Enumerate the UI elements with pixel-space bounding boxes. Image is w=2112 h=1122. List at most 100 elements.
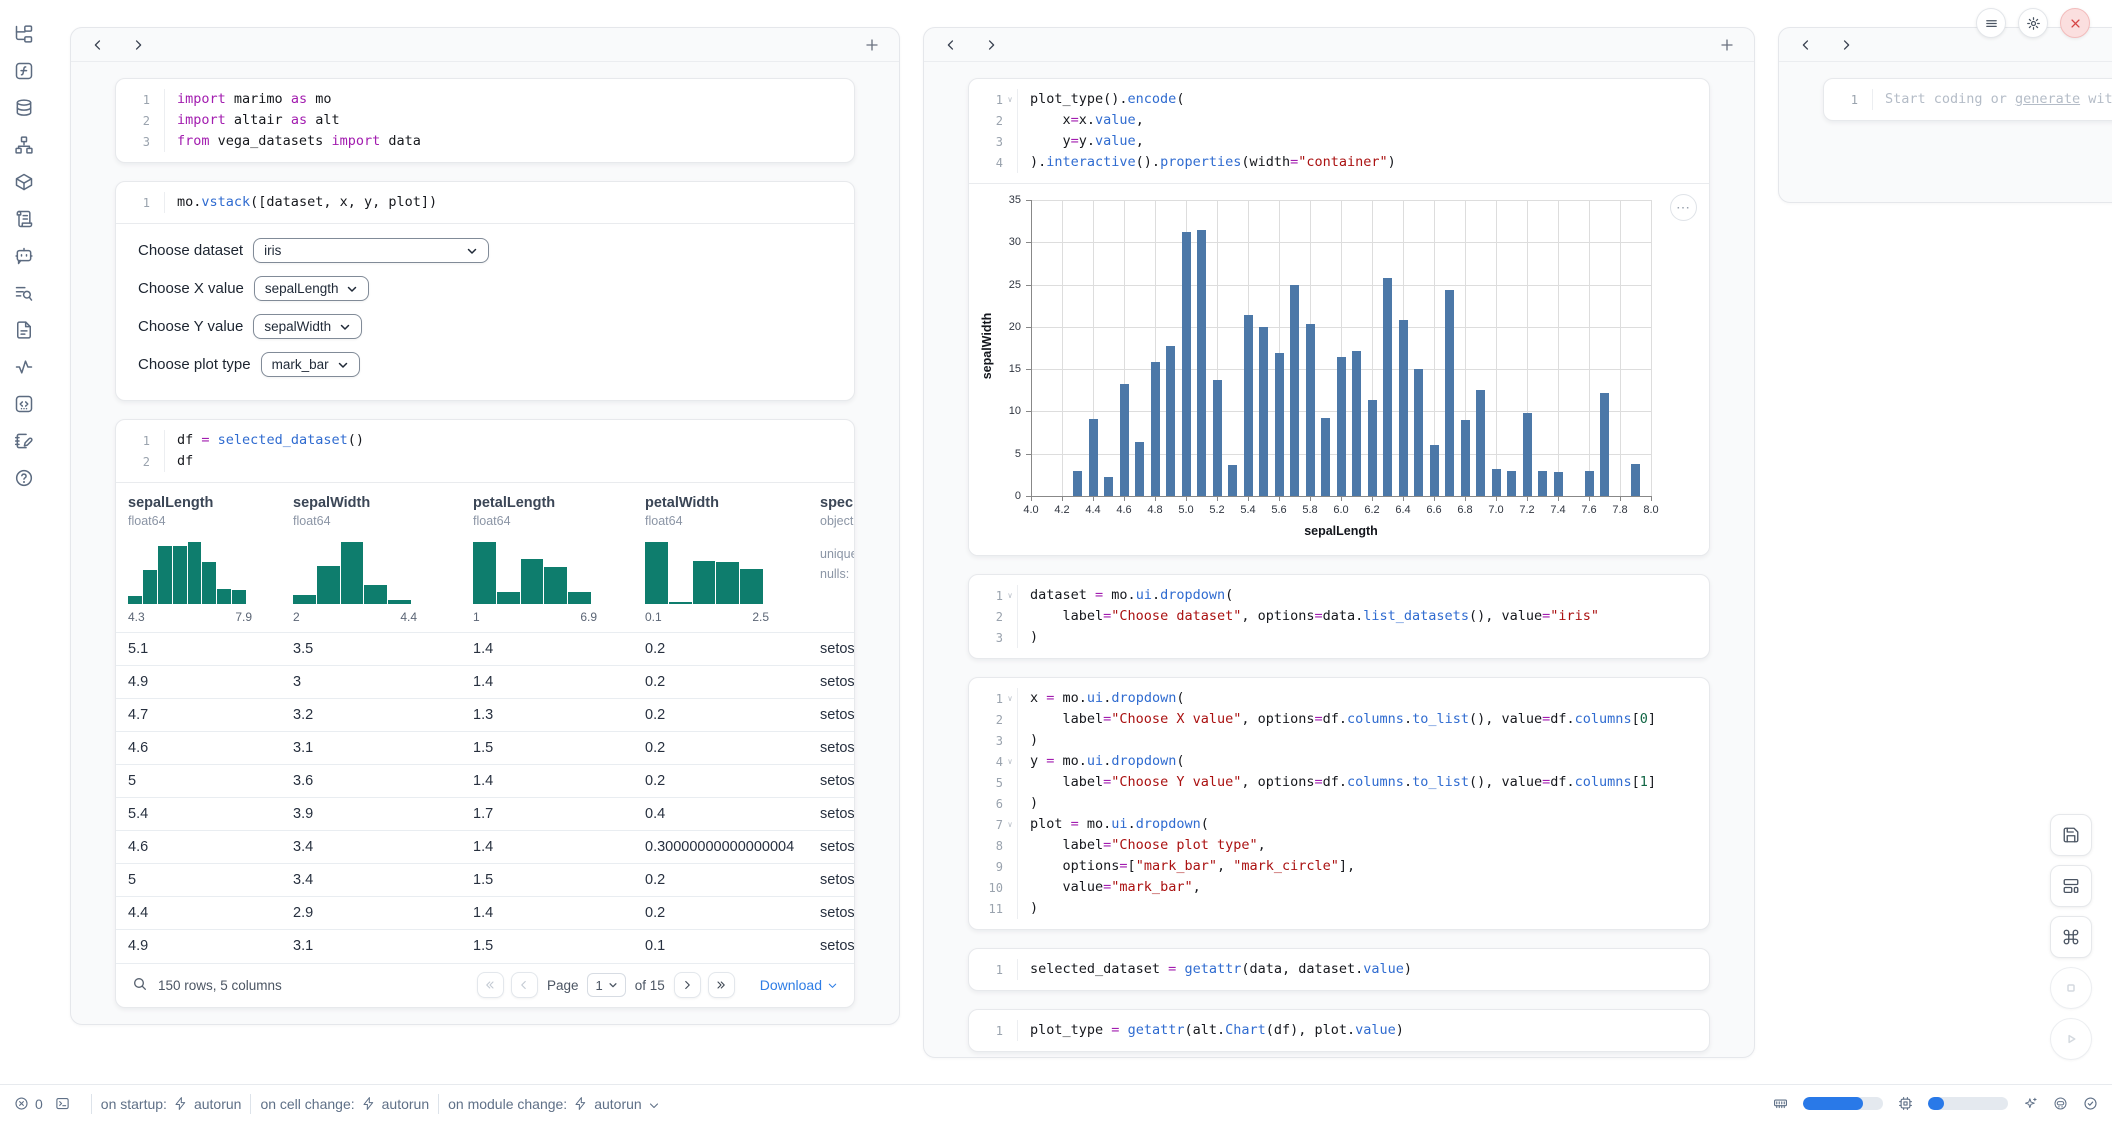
fold-chevron-icon[interactable]: ∨ (1003, 820, 1017, 829)
fold-chevron-icon[interactable]: ∨ (1003, 591, 1017, 600)
ai-assist-button[interactable] (2023, 1096, 2038, 1111)
code-editor-dataset[interactable]: 1∨dataset = mo.ui.dropdown(2 label="Choo… (969, 575, 1709, 658)
table-row[interactable]: 4.63.41.40.30000000000000004setosa (116, 831, 854, 864)
page-select[interactable]: 1 (587, 973, 625, 997)
shutdown-button[interactable] (2060, 8, 2090, 38)
column-header-species[interactable]: speciesobjectuniquenulls: (808, 483, 854, 633)
terminal-button[interactable] (55, 1096, 70, 1111)
code-text: y = mo.ui.dropdown( (1017, 751, 1695, 772)
database-icon[interactable] (14, 98, 34, 118)
play-icon (2062, 1030, 2080, 1048)
dataset-select[interactable]: iris (253, 238, 489, 263)
code-editor-imports[interactable]: 1import marimo as mo2import altair as al… (116, 79, 854, 162)
table-row[interactable]: 5.13.51.40.2setosa (116, 633, 854, 666)
menu-button[interactable] (1976, 8, 2006, 38)
generate-link[interactable]: generate (2015, 91, 2080, 107)
fold-chevron-icon[interactable]: ∨ (1003, 694, 1017, 703)
run-button[interactable] (2050, 1018, 2092, 1060)
table-cell: setosa (808, 765, 854, 798)
table-row[interactable]: 4.931.40.2setosa (116, 666, 854, 699)
code-editor-plottype[interactable]: 1plot_type = getattr(alt.Chart(df), plot… (969, 1010, 1709, 1051)
fold-chevron-icon[interactable]: ∨ (1003, 757, 1017, 766)
column-right-button[interactable] (1833, 32, 1859, 58)
code-square-icon[interactable] (14, 394, 34, 414)
y-value-select[interactable]: sepalWidth (253, 314, 362, 339)
chevron-left-icon (944, 38, 958, 52)
runtime-config-2[interactable]: on cell change:autorun (260, 1096, 429, 1112)
notebook-pen-icon[interactable] (14, 431, 34, 451)
function-square-icon[interactable] (14, 61, 34, 81)
next-page-button[interactable] (674, 972, 701, 998)
command-palette-button[interactable] (2050, 916, 2092, 958)
table-cell: setosa (808, 798, 854, 831)
line-number: 3 (977, 631, 1003, 645)
column-header-petalLength[interactable]: petalLengthfloat6416.9 (461, 483, 633, 633)
help-circle-icon[interactable] (14, 468, 34, 488)
bar (1523, 413, 1532, 496)
line-number: 1 (124, 196, 150, 210)
file-text-icon[interactable] (14, 320, 34, 340)
chat-bot-icon[interactable] (14, 246, 34, 266)
code-text: x=x.value, (1017, 110, 1695, 131)
dependency-graph-icon[interactable] (14, 135, 34, 155)
line-number: 7 (977, 818, 1003, 832)
code-editor-vstack[interactable]: 1mo.vstack([dataset, x, y, plot]) (116, 182, 854, 223)
code-editor-selected[interactable]: 1selected_dataset = getattr(data, datase… (969, 949, 1709, 990)
prev-page-button[interactable] (511, 972, 538, 998)
plot-type-select[interactable]: mark_bar (261, 352, 360, 377)
package-icon[interactable] (14, 172, 34, 192)
cell-imports: 1import marimo as mo2import altair as al… (115, 78, 855, 163)
zap-icon (173, 1096, 188, 1111)
runtime-config-3[interactable]: on module change:autorun (448, 1096, 660, 1112)
column-left-button[interactable] (85, 32, 111, 58)
table-cell: 3.2 (281, 699, 461, 732)
code-editor-plot[interactable]: 1∨plot_type().encode(2 x=x.value,3 y=y.v… (969, 79, 1709, 183)
copilot-button[interactable] (2053, 1096, 2068, 1111)
code-line: 2import altair as alt (124, 110, 840, 131)
add-column-button[interactable] (1714, 32, 1740, 58)
file-tree-icon[interactable] (14, 24, 34, 44)
table-row[interactable]: 4.93.11.50.1setosa (116, 930, 854, 963)
column-header-petalWidth[interactable]: petalWidthfloat640.12.5 (633, 483, 808, 633)
table-row[interactable]: 53.61.40.2setosa (116, 765, 854, 798)
connection-status-icon[interactable] (2083, 1096, 2098, 1111)
runtime-config-1[interactable]: on startup:autorun (101, 1096, 242, 1112)
code-editor-empty[interactable]: 1 Start coding or generate with AI (1824, 79, 2112, 120)
x-tick-label: 4.2 (1047, 504, 1077, 516)
table-row[interactable]: 53.41.50.2setosa (116, 864, 854, 897)
column-header-sepalWidth[interactable]: sepalWidthfloat6424.4 (281, 483, 461, 633)
last-page-button[interactable] (708, 972, 735, 998)
list-search-icon[interactable] (14, 283, 34, 303)
x-value-select[interactable]: sepalLength (254, 276, 370, 301)
code-editor-xyplot[interactable]: 1∨x = mo.ui.dropdown(2 label="Choose X v… (969, 678, 1709, 929)
chart-actions-button[interactable]: ⋯ (1670, 194, 1697, 221)
bar-chart[interactable]: ⋯ 4.04.24.44.64.85.05.25.45.65.86.06.26.… (969, 183, 1709, 555)
table-row[interactable]: 4.73.21.30.2setosa (116, 699, 854, 732)
column-right-button[interactable] (978, 32, 1004, 58)
column-left-button[interactable] (1793, 32, 1819, 58)
column-right-button[interactable] (125, 32, 151, 58)
table-cell: 0.1 (633, 930, 808, 963)
scroll-text-icon[interactable] (14, 209, 34, 229)
add-column-button[interactable] (859, 32, 885, 58)
stop-button[interactable] (2050, 967, 2092, 1009)
code-editor-df[interactable]: 1df = selected_dataset()2df (116, 420, 854, 482)
table-search-button[interactable] (132, 976, 148, 995)
download-button[interactable]: Download (760, 977, 838, 993)
settings-button[interactable] (2018, 8, 2048, 38)
first-page-button[interactable] (477, 972, 504, 998)
errors-indicator[interactable]: 0 (14, 1096, 43, 1112)
table-row[interactable]: 5.43.91.70.4setosa (116, 798, 854, 831)
save-button[interactable] (2050, 814, 2092, 856)
column-left-button[interactable] (938, 32, 964, 58)
table-row[interactable]: 4.42.91.40.2setosa (116, 897, 854, 930)
ai-placeholder[interactable]: Start coding or generate with AI (1872, 89, 2112, 110)
fold-chevron-icon[interactable]: ∨ (1003, 95, 1017, 104)
table-cell: 1.4 (461, 765, 633, 798)
activity-icon[interactable] (14, 357, 34, 377)
layout-button[interactable] (2050, 865, 2092, 907)
cell-plot: 1∨plot_type().encode(2 x=x.value,3 y=y.v… (968, 78, 1710, 556)
table-row[interactable]: 4.63.11.50.2setosa (116, 732, 854, 765)
line-number: 2 (124, 455, 150, 469)
column-header-sepalLength[interactable]: sepalLengthfloat644.37.9 (116, 483, 281, 633)
